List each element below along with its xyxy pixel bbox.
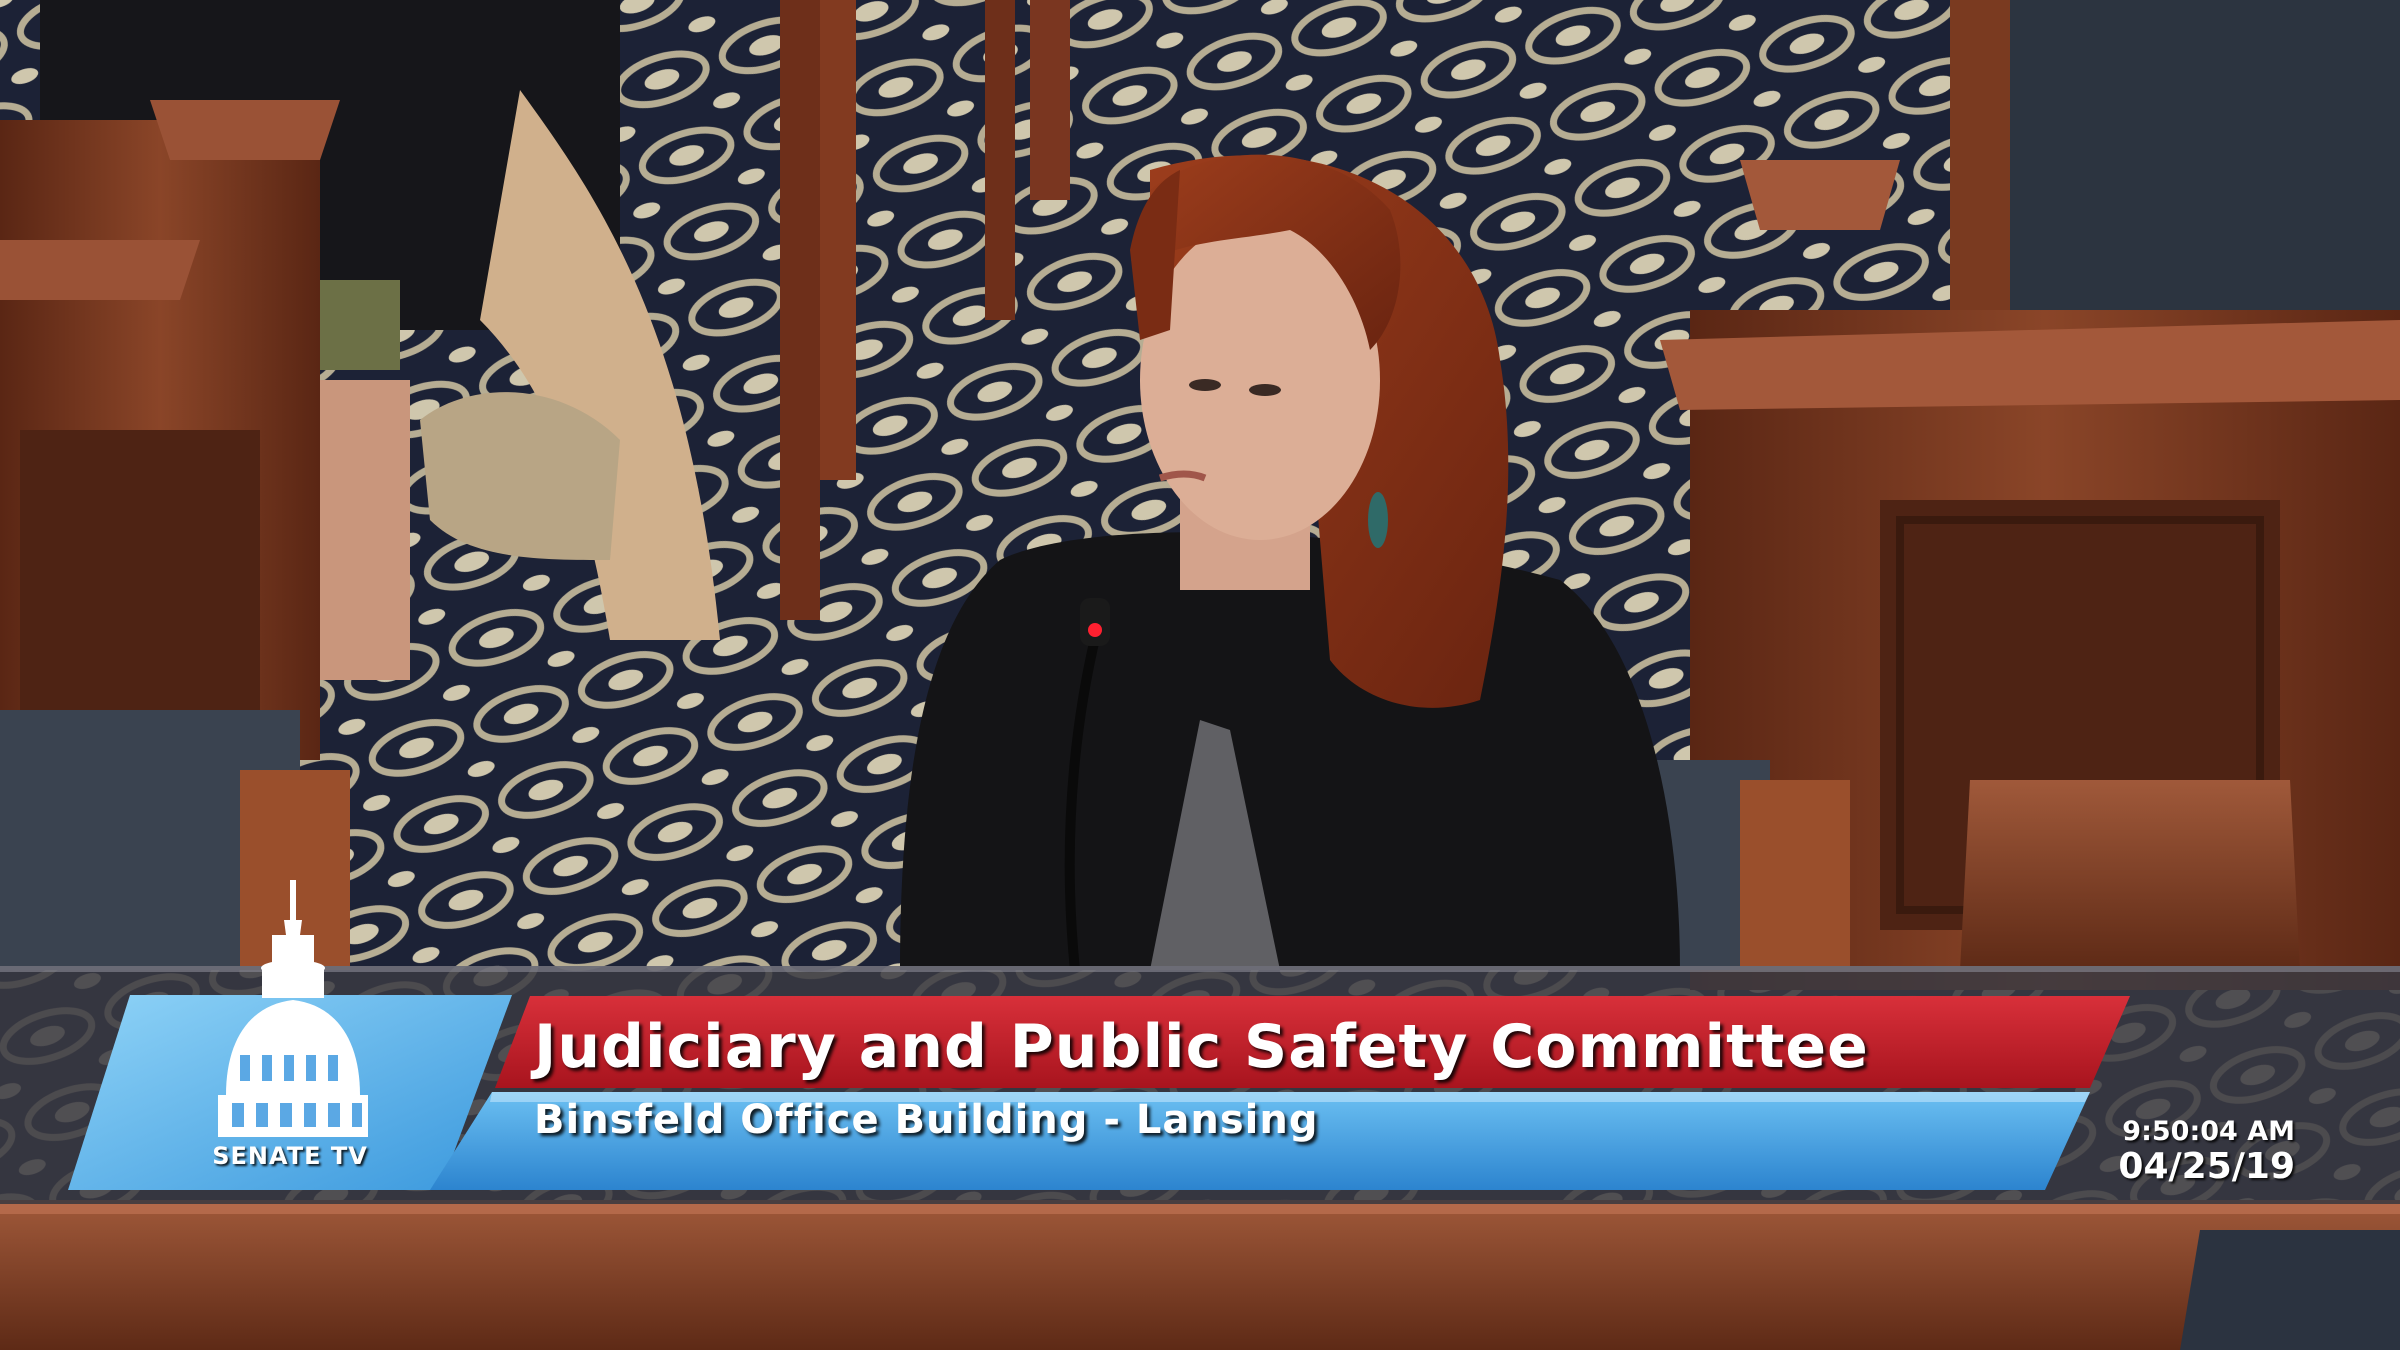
committee-title: Judiciary and Public Safety Committee <box>534 1012 1869 1082</box>
senate-tv-logo-text: SENATE TV <box>212 1142 368 1170</box>
video-frame: SENATE TV Judiciary and Public Safety Co… <box>0 0 2400 1350</box>
timestamp-time: 9:50:04 AM <box>2122 1116 2295 1147</box>
timestamp-date: 04/25/19 <box>2118 1146 2295 1187</box>
location-subtitle: Binsfeld Office Building - Lansing <box>534 1097 1319 1143</box>
